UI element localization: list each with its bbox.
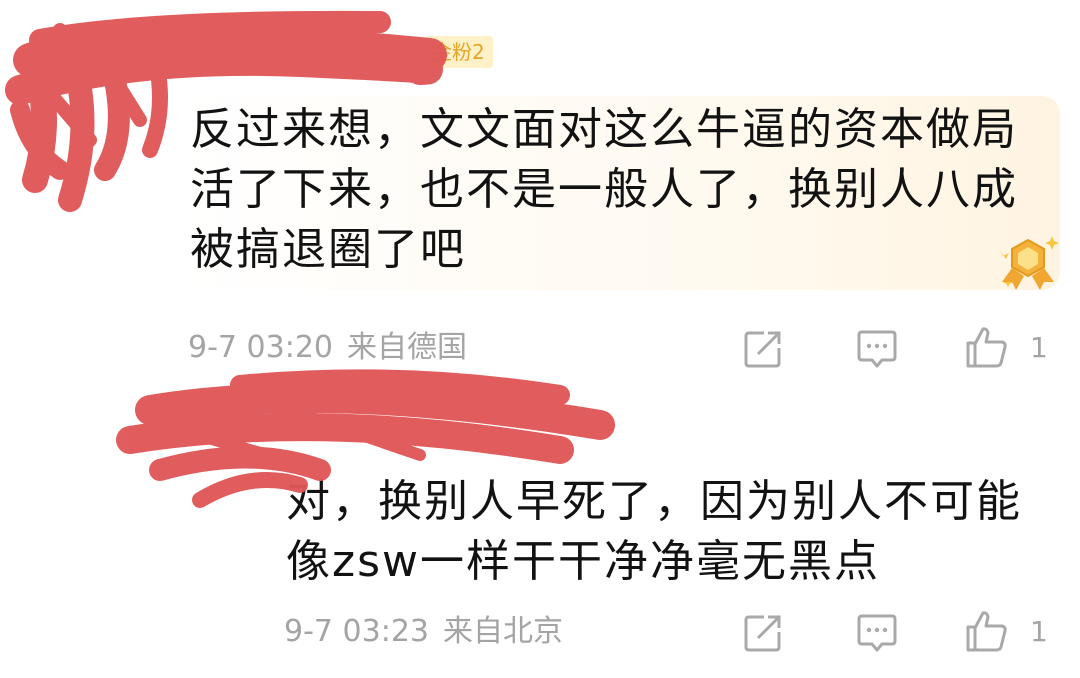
share-icon [744,615,781,652]
like-button[interactable] [964,608,1010,654]
comment-text: 反过来想，文文面对这么牛逼的资本做局活了下来，也不是一般人了，换别人八成被搞退圈… [190,104,1018,275]
comment-icon [857,614,897,652]
gold-medal-icon [990,230,1070,298]
like-count: 1 [1030,331,1048,364]
fan-level-badge: 金粉2 [424,36,493,68]
share-icon [744,331,781,368]
comment-location: 来自德国 [347,330,467,365]
share-button[interactable] [740,610,786,656]
reply-location: 来自北京 [443,614,563,649]
comment-time: 9-7 03:20 [188,330,333,365]
reply-time: 9-7 03:23 [284,614,429,649]
thumbs-up-icon [966,611,1007,652]
comment-meta: 9-7 03:20 来自德国 [188,328,467,368]
like-button[interactable] [964,324,1010,370]
share-button[interactable] [740,326,786,372]
reply-button[interactable] [854,610,900,656]
like-count: 1 [1030,615,1048,648]
reply-button[interactable] [854,326,900,372]
reply-meta: 9-7 03:23 来自北京 [284,612,563,652]
comment-screen: 金粉2 反过来想，文文面对这么牛逼的资本做局活了下来，也不是一般人了，换别人八成… [0,0,1080,678]
thumbs-up-icon [966,327,1007,368]
comment-icon [857,330,897,368]
reply-text: 对，换别人早死了，因为别人不可能像zsw一样干干净净毫无黑点 [286,476,1022,587]
